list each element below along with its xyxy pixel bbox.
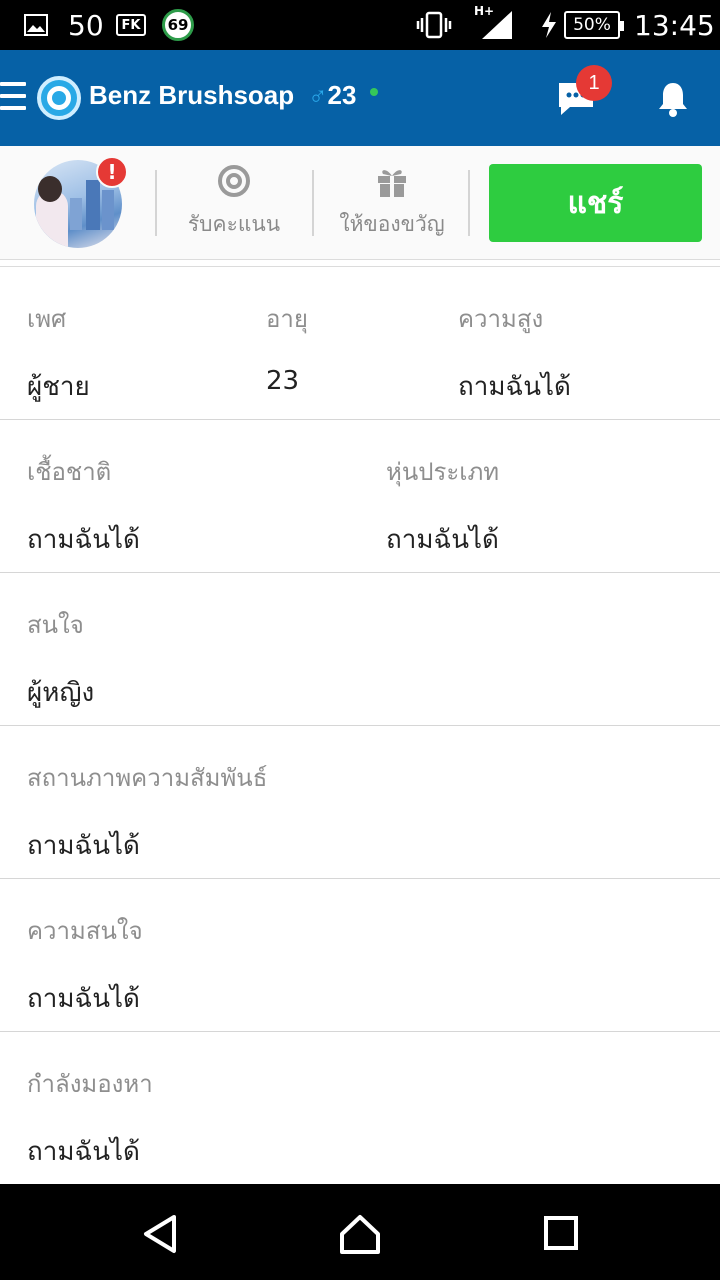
male-icon: ♂	[308, 80, 328, 110]
status-number: 50	[68, 8, 104, 42]
action-row: ! รับคะแนน ให้ของขวัญ แชร์	[0, 146, 720, 260]
basic-info-section: เพศ ผู้ชาย อายุ 23 ความสูง ถามฉันได้	[0, 267, 720, 420]
signal-icon	[480, 0, 514, 50]
height-value: ถามฉันได้	[458, 372, 571, 402]
interested-in-section: สนใจ ผู้หญิง	[0, 573, 720, 726]
battery-icon: 50%	[564, 11, 624, 39]
get-points-label: รับคะแนน	[187, 212, 281, 236]
app-bar: Benz Brushsoap ♂23	[0, 50, 720, 146]
age-field: อายุ 23	[266, 299, 308, 396]
age-label: อายุ	[266, 305, 308, 333]
online-status-dot	[370, 88, 378, 96]
menu-icon[interactable]	[0, 82, 28, 114]
looking-for-field: กำลังมองหา ถามฉันได้	[27, 1064, 153, 1172]
age-value: 23	[327, 80, 357, 110]
height-label: ความสูง	[458, 305, 544, 333]
recents-icon[interactable]	[540, 1212, 588, 1256]
image-icon	[24, 0, 48, 50]
chat-unread-badge: 1	[576, 65, 612, 101]
looking-for-section: กำลังมองหา ถามฉันได้	[0, 1032, 720, 1184]
status-bar: 50 FK 69 H+ 50% 13:45	[0, 0, 720, 50]
gender-label: เพศ	[27, 305, 67, 333]
divider	[468, 170, 470, 236]
gender-value: ผู้ชาย	[27, 372, 90, 402]
body-type-value: ถามฉันได้	[386, 525, 499, 555]
interests-field: ความสนใจ ถามฉันได้	[27, 911, 143, 1019]
interested-in-field: สนใจ ผู้หญิง	[27, 605, 94, 713]
body-type-label: หุ่นประเภท	[386, 458, 500, 486]
share-button[interactable]: แชร์	[489, 164, 702, 242]
home-icon[interactable]	[338, 1212, 386, 1256]
bell-icon[interactable]	[656, 80, 690, 118]
gift-icon	[378, 170, 406, 197]
get-points-button[interactable]: รับคะแนน	[174, 164, 294, 244]
notification-count-badge: 69	[162, 9, 194, 41]
give-gift-label: ให้ของขวัญ	[339, 212, 445, 236]
ethnicity-field: เชื้อชาติ ถามฉันได้	[27, 452, 140, 560]
ethnicity-label: เชื้อชาติ	[27, 458, 112, 486]
relationship-value: ถามฉันได้	[27, 831, 140, 861]
divider	[155, 170, 157, 236]
clock: 13:45	[634, 8, 715, 42]
vibrate-icon	[416, 0, 452, 50]
divider	[312, 170, 314, 236]
back-icon[interactable]	[138, 1212, 186, 1256]
looking-for-label: กำลังมองหา	[27, 1070, 153, 1098]
gender-age: ♂23	[308, 80, 356, 111]
looking-for-value: ถามฉันได้	[27, 1137, 140, 1167]
alert-badge: !	[96, 156, 128, 188]
interests-label: ความสนใจ	[27, 917, 143, 945]
profile-name: Benz Brushsoap	[89, 80, 295, 110]
gender-field: เพศ ผู้ชาย	[27, 299, 90, 407]
app-logo-icon	[37, 76, 81, 120]
relationship-field: สถานภาพความสัมพันธ์ ถามฉันได้	[27, 758, 267, 866]
age-value: 23	[266, 366, 300, 396]
height-field: ความสูง ถามฉันได้	[458, 299, 571, 407]
points-icon	[218, 165, 250, 197]
relationship-section: สถานภาพความสัมพันธ์ ถามฉันได้	[0, 726, 720, 879]
interested-in-label: สนใจ	[27, 611, 84, 639]
fk-icon: FK	[116, 14, 146, 36]
interests-value: ถามฉันได้	[27, 984, 140, 1014]
body-type-field: หุ่นประเภท ถามฉันได้	[386, 452, 499, 560]
ethnicity-section: เชื้อชาติ ถามฉันได้ หุ่นประเภท ถามฉันได้	[0, 420, 720, 573]
charging-icon	[540, 0, 558, 50]
give-gift-button[interactable]: ให้ของขวัญ	[330, 164, 454, 244]
ethnicity-value: ถามฉันได้	[27, 525, 140, 555]
interested-in-value: ผู้หญิง	[27, 678, 95, 708]
relationship-label: สถานภาพความสัมพันธ์	[27, 764, 268, 792]
interests-section: ความสนใจ ถามฉันได้	[0, 879, 720, 1032]
navigation-bar	[0, 1184, 720, 1280]
